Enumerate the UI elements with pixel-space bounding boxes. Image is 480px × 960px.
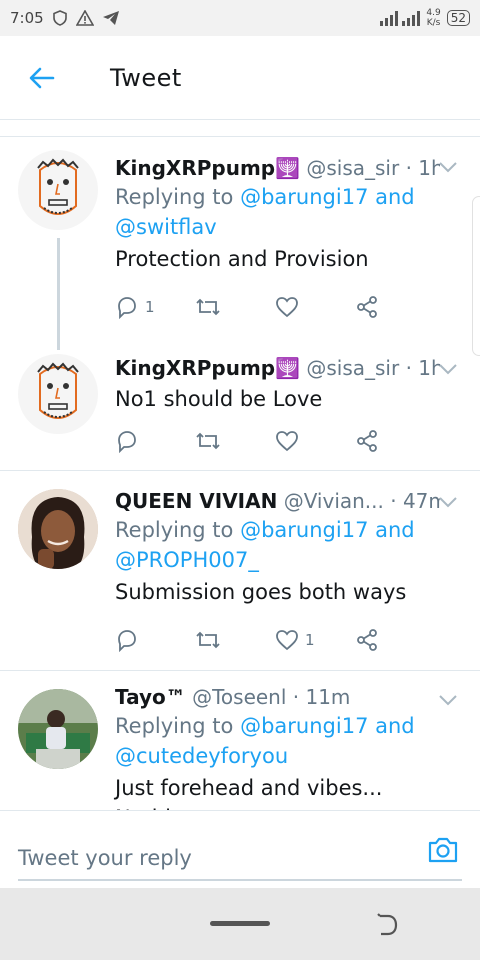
tweet-body: KingXRPpump🕎 @sisa_sir · 1h No1 should b… — [115, 354, 440, 414]
author-handle: @sisa_sir · 1h — [306, 356, 440, 380]
author-name[interactable]: QUEEN VIVIAN — [115, 489, 277, 513]
like-button[interactable]: 1 — [275, 625, 355, 655]
retweet-icon — [196, 298, 220, 316]
camera-button[interactable] — [426, 833, 460, 867]
share-button[interactable] — [355, 426, 435, 456]
author-name[interactable]: Tayo™ — [115, 685, 186, 709]
chevron-down-icon[interactable] — [438, 493, 458, 513]
like-count: 1 — [305, 631, 315, 649]
divider — [0, 136, 480, 137]
retweet-button[interactable] — [195, 426, 275, 456]
retweet-button[interactable] — [195, 625, 275, 655]
author-handle: @sisa_sir · 1h — [306, 156, 440, 180]
network-speed: 4.9 K/s — [426, 8, 441, 28]
share-icon — [357, 629, 377, 651]
like-button[interactable] — [275, 426, 355, 456]
tweet-text: Protection and Provision — [115, 247, 369, 271]
retweet-icon — [196, 631, 220, 649]
author-name[interactable]: KingXRPpump🕎 — [115, 156, 300, 180]
tweet-actions — [115, 426, 435, 456]
tweet-body: QUEEN VIVIAN @Vivian... · 47m Replying t… — [115, 487, 440, 607]
status-time: 7:05 — [10, 9, 44, 27]
reply-button[interactable] — [115, 625, 195, 655]
avatar[interactable] — [18, 489, 98, 569]
author-name[interactable]: KingXRPpump🕎 — [115, 356, 300, 380]
tweet-text: Just forehead and vibes... Nothing — [115, 776, 383, 810]
reply-icon — [118, 297, 136, 319]
author-handle: @Toseenl · 11m — [192, 685, 351, 709]
tweet-actions: 1 — [115, 292, 435, 322]
app-header: Tweet — [0, 36, 480, 120]
sketch-face-icon — [37, 362, 79, 419]
author-handle: @Vivian... · 47m — [283, 489, 440, 513]
tweet-item[interactable]: Tayo™ @Toseenl · 11m Replying to @barung… — [0, 671, 480, 810]
battery-indicator: 52 — [446, 10, 470, 26]
sketch-face-icon — [37, 158, 79, 215]
thread-connector — [57, 238, 60, 350]
heart-icon — [276, 297, 298, 318]
mention-link[interactable]: @barungi17 and — [240, 714, 415, 738]
avatar[interactable] — [18, 689, 98, 769]
share-icon — [357, 430, 377, 452]
reply-input[interactable]: Tweet your reply — [18, 837, 462, 881]
share-button[interactable] — [355, 292, 435, 322]
chevron-down-icon[interactable] — [438, 691, 458, 711]
tweet-actions: 1 — [115, 625, 435, 655]
profile-photo-icon — [18, 689, 98, 769]
tweet-meta: KingXRPpump🕎 @sisa_sir · 1h — [115, 354, 440, 382]
share-button[interactable] — [355, 625, 435, 655]
home-gesture-pill[interactable] — [210, 921, 270, 926]
chevron-down-icon[interactable] — [438, 158, 458, 178]
tweet-item[interactable]: KingXRPpump🕎 @sisa_sir · 1h No1 should b… — [0, 340, 480, 470]
profile-photo-icon — [18, 489, 98, 569]
share-icon — [357, 296, 377, 318]
back-gesture-icon — [377, 913, 398, 936]
heart-icon — [276, 431, 298, 452]
retweet-icon — [196, 432, 220, 450]
reply-button[interactable] — [115, 426, 195, 456]
status-bar: 7:05 4.9 K/s 52 — [0, 0, 480, 36]
tweet-body: Tayo™ @Toseenl · 11m Replying to @barung… — [115, 683, 440, 810]
avatar[interactable] — [18, 150, 98, 230]
mention-link[interactable]: @barungi17 and — [240, 185, 415, 209]
replying-to: Replying to @barungi17 and @PROPH007_ — [115, 518, 415, 572]
tweet-item[interactable]: QUEEN VIVIAN @Vivian... · 47m Replying t… — [0, 471, 480, 670]
telegram-icon — [102, 10, 120, 26]
tweet-item[interactable]: KingXRPpump🕎 @sisa_sir · 1h Replying to … — [0, 138, 480, 338]
arrow-left-icon — [29, 67, 55, 88]
mention-link[interactable]: @switflav — [115, 215, 217, 239]
like-button[interactable] — [275, 292, 355, 322]
tweet-meta: Tayo™ @Toseenl · 11m — [115, 683, 440, 711]
tweet-text: Submission goes both ways — [115, 580, 407, 604]
page-title: Tweet — [110, 63, 182, 92]
mention-link[interactable]: @barungi17 and — [240, 518, 415, 542]
tweet-text: No1 should be Love — [115, 387, 323, 411]
avatar[interactable] — [18, 354, 98, 434]
back-button[interactable] — [0, 36, 84, 120]
system-nav-bar — [0, 888, 480, 960]
chevron-down-icon[interactable] — [438, 360, 458, 380]
reply-icon — [118, 431, 136, 453]
tweet-meta: KingXRPpump🕎 @sisa_sir · 1h — [115, 154, 440, 182]
reply-composer: Tweet your reply — [0, 810, 480, 888]
signal-icon — [380, 9, 421, 27]
camera-icon — [428, 837, 458, 863]
mention-link[interactable]: @PROPH007_ — [115, 548, 259, 572]
replying-to: Replying to @barungi17 and @switflav — [115, 185, 415, 239]
tweet-meta: QUEEN VIVIAN @Vivian... · 47m — [115, 487, 440, 515]
system-back-button[interactable] — [372, 910, 402, 940]
replying-to: Replying to @barungi17 and @cutedeyforyo… — [115, 714, 415, 768]
reply-count: 1 — [145, 298, 155, 316]
retweet-button[interactable] — [195, 292, 275, 322]
shield-icon — [52, 10, 68, 26]
mention-link[interactable]: @cutedeyforyou — [115, 744, 288, 768]
warning-icon — [75, 10, 94, 26]
reply-button[interactable]: 1 — [115, 292, 195, 322]
heart-icon — [276, 630, 298, 651]
tweet-body: KingXRPpump🕎 @sisa_sir · 1h Replying to … — [115, 154, 440, 274]
reply-icon — [118, 630, 136, 652]
